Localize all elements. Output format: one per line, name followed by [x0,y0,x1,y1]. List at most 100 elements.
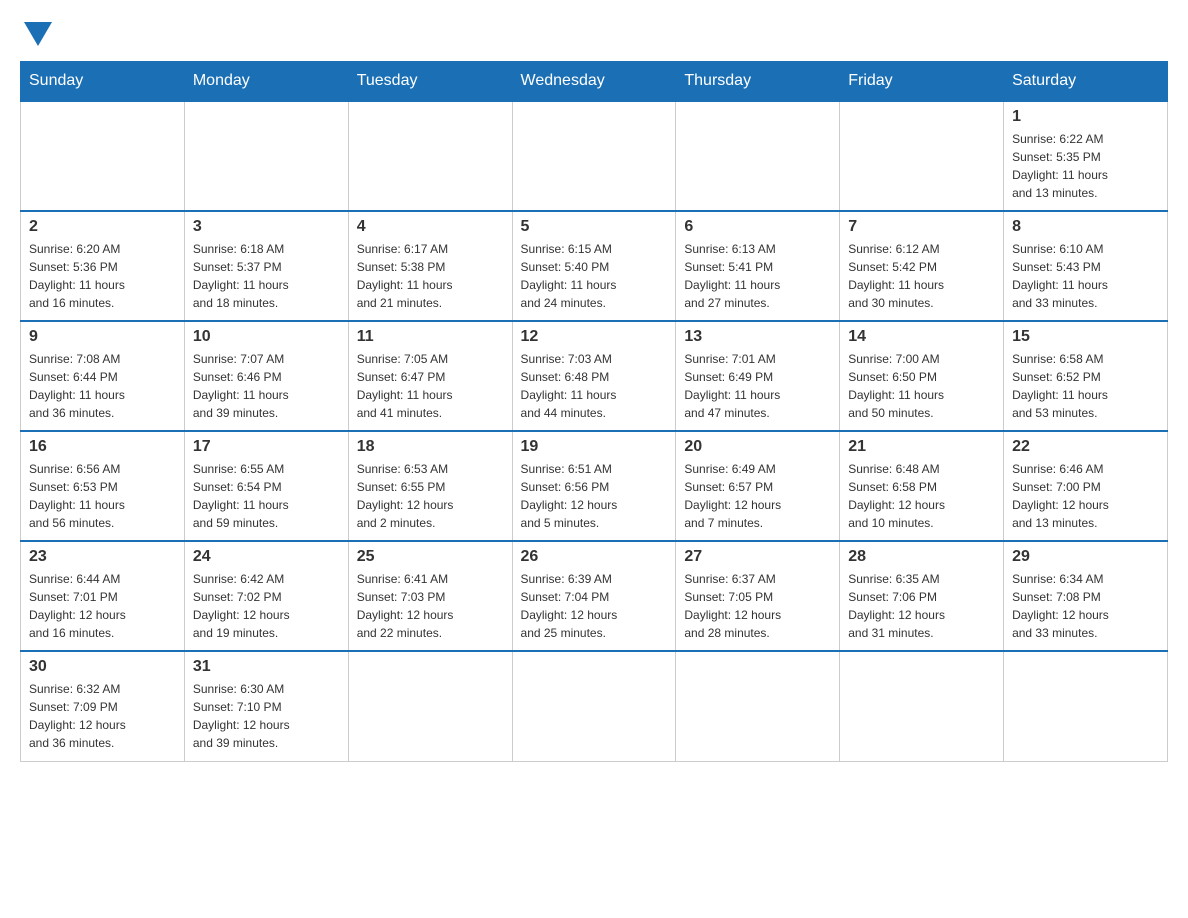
calendar-cell: 29Sunrise: 6:34 AM Sunset: 7:08 PM Dayli… [1004,541,1168,651]
logo-triangle-icon [24,22,52,46]
day-number: 15 [1012,328,1159,346]
day-info: Sunrise: 7:01 AM Sunset: 6:49 PM Dayligh… [684,350,831,422]
day-info: Sunrise: 6:56 AM Sunset: 6:53 PM Dayligh… [29,460,176,532]
calendar-cell: 5Sunrise: 6:15 AM Sunset: 5:40 PM Daylig… [512,211,676,321]
day-info: Sunrise: 6:18 AM Sunset: 5:37 PM Dayligh… [193,240,340,312]
day-number: 1 [1012,108,1159,126]
day-number: 26 [521,548,668,566]
calendar-cell: 2 Sunrise: 6:20 AM Sunset: 5:36 PM Daylig… [21,211,185,321]
day-number: 2 [29,218,176,236]
week-row-6: 30Sunrise: 6:32 AM Sunset: 7:09 PM Dayli… [21,651,1168,761]
week-row-1: 1Sunrise: 6:22 AM Sunset: 5:35 PM Daylig… [21,101,1168,211]
day-info: Sunrise: 6:48 AM Sunset: 6:58 PM Dayligh… [848,460,995,532]
week-row-5: 23 Sunrise: 6:44 AM Sunset: 7:01 PM Dayli… [21,541,1168,651]
calendar-cell: 17Sunrise: 6:55 AM Sunset: 6:54 PM Dayli… [184,431,348,541]
day-number: 22 [1012,438,1159,456]
day-number: 11 [357,328,504,346]
day-number: 8 [1012,218,1159,236]
day-info: Sunrise: 7:00 AM Sunset: 6:50 PM Dayligh… [848,350,995,422]
logo [20,20,52,51]
day-info: Sunrise: 6:15 AM Sunset: 5:40 PM Dayligh… [521,240,668,312]
day-info: Sunrise: 6:13 AM Sunset: 5:41 PM Dayligh… [684,240,831,312]
calendar-cell: 23 Sunrise: 6:44 AM Sunset: 7:01 PM Dayli… [21,541,185,651]
calendar-table: SundayMondayTuesdayWednesdayThursdayFrid… [20,61,1168,762]
day-info: Sunrise: 6:32 AM Sunset: 7:09 PM Dayligh… [29,680,176,752]
day-info: Sunrise: 6:37 AM Sunset: 7:05 PM Dayligh… [684,570,831,642]
day-number: 23 [29,548,176,566]
calendar-cell: 19 Sunrise: 6:51 AM Sunset: 6:56 PM Dayli… [512,431,676,541]
day-info: Sunrise: 6:30 AM Sunset: 7:10 PM Dayligh… [193,680,340,752]
calendar-cell: 31 Sunrise: 6:30 AM Sunset: 7:10 PM Dayli… [184,651,348,761]
calendar-cell: 7Sunrise: 6:12 AM Sunset: 5:42 PM Daylig… [840,211,1004,321]
calendar-cell [1004,651,1168,761]
calendar-cell: 8 Sunrise: 6:10 AM Sunset: 5:43 PM Daylig… [1004,211,1168,321]
calendar-cell: 10Sunrise: 7:07 AM Sunset: 6:46 PM Dayli… [184,321,348,431]
day-info: Sunrise: 6:46 AM Sunset: 7:00 PM Dayligh… [1012,460,1159,532]
calendar-cell: 20 Sunrise: 6:49 AM Sunset: 6:57 PM Dayli… [676,431,840,541]
day-info: Sunrise: 6:41 AM Sunset: 7:03 PM Dayligh… [357,570,504,642]
calendar-cell: 26 Sunrise: 6:39 AM Sunset: 7:04 PM Dayli… [512,541,676,651]
day-info: Sunrise: 6:53 AM Sunset: 6:55 PM Dayligh… [357,460,504,532]
day-number: 18 [357,438,504,456]
calendar-cell: 1Sunrise: 6:22 AM Sunset: 5:35 PM Daylig… [1004,101,1168,211]
calendar-cell: 28 Sunrise: 6:35 AM Sunset: 7:06 PM Dayli… [840,541,1004,651]
page-header [20,20,1168,51]
day-info: Sunrise: 6:20 AM Sunset: 5:36 PM Dayligh… [29,240,176,312]
weekday-header-saturday: Saturday [1004,62,1168,102]
calendar-cell: 13 Sunrise: 7:01 AM Sunset: 6:49 PM Dayli… [676,321,840,431]
day-number: 28 [848,548,995,566]
day-number: 17 [193,438,340,456]
calendar-cell: 14Sunrise: 7:00 AM Sunset: 6:50 PM Dayli… [840,321,1004,431]
calendar-cell [676,651,840,761]
day-info: Sunrise: 7:05 AM Sunset: 6:47 PM Dayligh… [357,350,504,422]
calendar-cell: 16 Sunrise: 6:56 AM Sunset: 6:53 PM Dayli… [21,431,185,541]
calendar-cell: 9Sunrise: 7:08 AM Sunset: 6:44 PM Daylig… [21,321,185,431]
day-info: Sunrise: 6:44 AM Sunset: 7:01 PM Dayligh… [29,570,176,642]
day-info: Sunrise: 7:03 AM Sunset: 6:48 PM Dayligh… [521,350,668,422]
weekday-header-friday: Friday [840,62,1004,102]
day-info: Sunrise: 6:39 AM Sunset: 7:04 PM Dayligh… [521,570,668,642]
day-number: 21 [848,438,995,456]
calendar-cell [676,101,840,211]
day-number: 29 [1012,548,1159,566]
calendar-cell [840,101,1004,211]
day-number: 20 [684,438,831,456]
day-info: Sunrise: 6:49 AM Sunset: 6:57 PM Dayligh… [684,460,831,532]
day-number: 6 [684,218,831,236]
calendar-cell: 22 Sunrise: 6:46 AM Sunset: 7:00 PM Dayli… [1004,431,1168,541]
day-number: 24 [193,548,340,566]
day-number: 16 [29,438,176,456]
calendar-cell [21,101,185,211]
calendar-cell: 18 Sunrise: 6:53 AM Sunset: 6:55 PM Dayli… [348,431,512,541]
day-info: Sunrise: 6:42 AM Sunset: 7:02 PM Dayligh… [193,570,340,642]
day-number: 10 [193,328,340,346]
calendar-cell: 11 Sunrise: 7:05 AM Sunset: 6:47 PM Dayli… [348,321,512,431]
day-number: 12 [521,328,668,346]
calendar-cell [512,651,676,761]
weekday-header-row: SundayMondayTuesdayWednesdayThursdayFrid… [21,62,1168,102]
day-info: Sunrise: 7:08 AM Sunset: 6:44 PM Dayligh… [29,350,176,422]
calendar-cell: 24 Sunrise: 6:42 AM Sunset: 7:02 PM Dayli… [184,541,348,651]
day-info: Sunrise: 6:58 AM Sunset: 6:52 PM Dayligh… [1012,350,1159,422]
day-number: 25 [357,548,504,566]
day-number: 4 [357,218,504,236]
day-info: Sunrise: 6:51 AM Sunset: 6:56 PM Dayligh… [521,460,668,532]
calendar-cell: 30Sunrise: 6:32 AM Sunset: 7:09 PM Dayli… [21,651,185,761]
calendar-cell [348,651,512,761]
weekday-header-wednesday: Wednesday [512,62,676,102]
calendar-cell: 25 Sunrise: 6:41 AM Sunset: 7:03 PM Dayli… [348,541,512,651]
day-info: Sunrise: 6:10 AM Sunset: 5:43 PM Dayligh… [1012,240,1159,312]
calendar-cell: 4 Sunrise: 6:17 AM Sunset: 5:38 PM Daylig… [348,211,512,321]
week-row-3: 9Sunrise: 7:08 AM Sunset: 6:44 PM Daylig… [21,321,1168,431]
calendar-cell: 12 Sunrise: 7:03 AM Sunset: 6:48 PM Dayli… [512,321,676,431]
day-info: Sunrise: 6:17 AM Sunset: 5:38 PM Dayligh… [357,240,504,312]
calendar-cell: 15 Sunrise: 6:58 AM Sunset: 6:52 PM Dayli… [1004,321,1168,431]
day-info: Sunrise: 6:35 AM Sunset: 7:06 PM Dayligh… [848,570,995,642]
calendar-cell [512,101,676,211]
day-number: 31 [193,658,340,676]
day-number: 19 [521,438,668,456]
week-row-2: 2 Sunrise: 6:20 AM Sunset: 5:36 PM Daylig… [21,211,1168,321]
day-number: 13 [684,328,831,346]
day-number: 3 [193,218,340,236]
calendar-cell: 6 Sunrise: 6:13 AM Sunset: 5:41 PM Daylig… [676,211,840,321]
